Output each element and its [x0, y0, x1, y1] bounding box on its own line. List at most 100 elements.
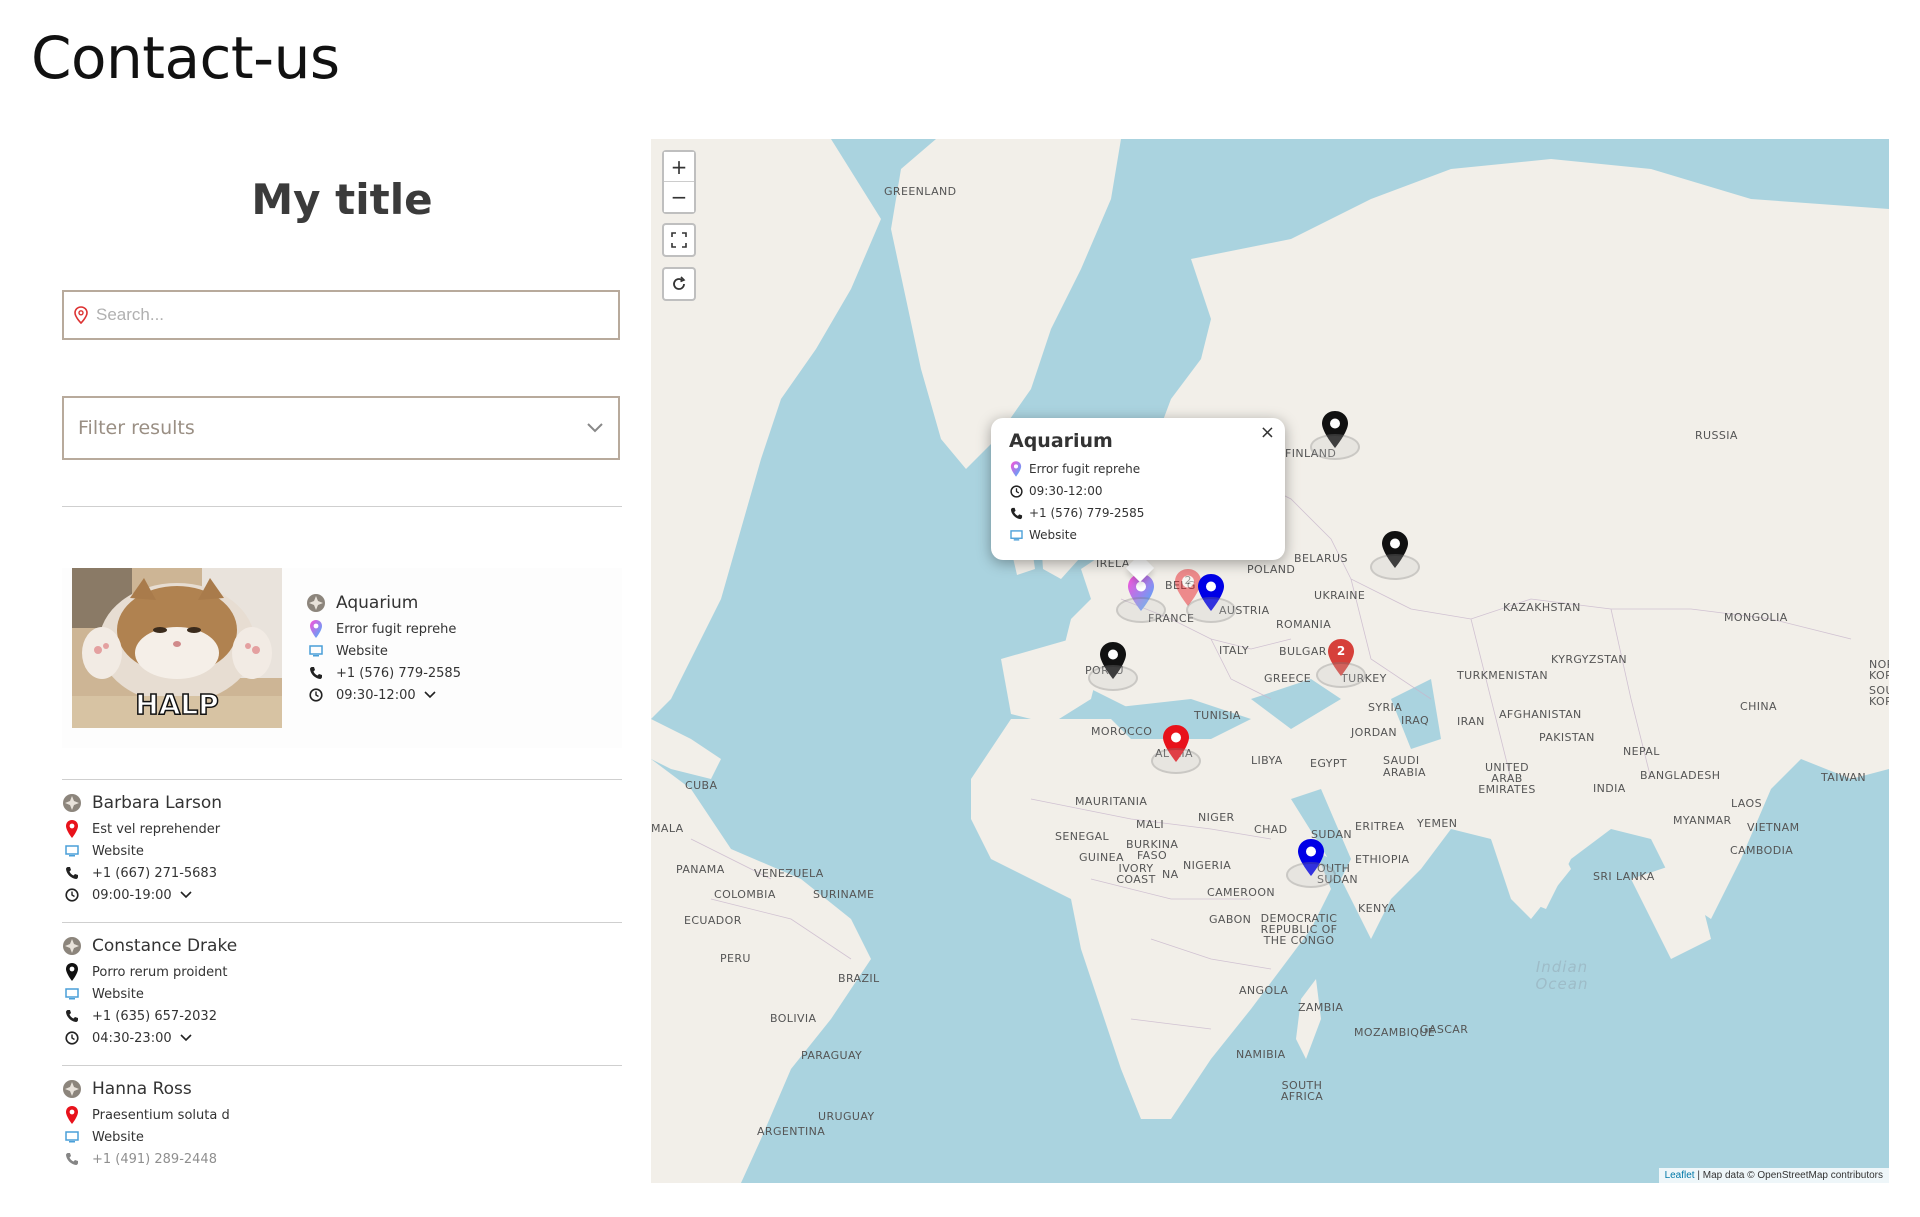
map-label: SAUDI ARABIA	[1383, 754, 1426, 779]
chevron-down-icon[interactable]	[180, 1034, 192, 1042]
map-label: BANGLADESH	[1640, 769, 1721, 782]
cat-photo: HALP	[72, 568, 282, 728]
map-label: RUSSIA	[1695, 429, 1738, 442]
map-marker-black[interactable]	[1370, 530, 1420, 580]
location-phone[interactable]: +1 (667) 271-5683	[92, 866, 217, 881]
map-label: VENEZUELA	[754, 867, 824, 880]
search-box[interactable]	[62, 290, 620, 340]
website-link[interactable]: Website	[92, 987, 144, 1002]
red-pin-icon	[62, 819, 82, 839]
map-marker-red[interactable]	[1151, 724, 1201, 774]
clock-icon	[62, 885, 82, 905]
map-label: MOROCCO	[1091, 725, 1153, 738]
monitor-icon	[306, 641, 326, 661]
popup-website[interactable]: Website	[1029, 528, 1077, 542]
map-label: MONGOLIA	[1724, 611, 1788, 624]
map-label: MALI	[1136, 818, 1164, 831]
map-label: TUNISIA	[1194, 709, 1241, 722]
map-attribution: Leaflet | Map data © OpenStreetMap contr…	[1658, 1168, 1889, 1183]
website-link[interactable]: Website	[92, 844, 144, 859]
gradient-pin-icon	[306, 619, 326, 639]
location-phone[interactable]: +1 (635) 657-2032	[92, 1009, 217, 1024]
location-address: Praesentium soluta d	[92, 1107, 230, 1123]
monitor-icon	[62, 841, 82, 861]
location-address: Porro rerum proident	[92, 964, 228, 980]
category-icon	[62, 1079, 82, 1099]
fullscreen-button[interactable]	[662, 223, 696, 257]
map-marker-blue[interactable]	[1286, 838, 1336, 888]
location-hours: 09:30-12:00	[336, 687, 416, 703]
map[interactable]: GREENLAND FINLAND RUSSIA IRELA BELG POLA…	[651, 139, 1889, 1183]
category-icon	[306, 593, 326, 613]
map-marker-black[interactable]	[1310, 410, 1360, 460]
website-link[interactable]: Website	[92, 1130, 144, 1145]
location-phone[interactable]: +1 (491) 289-2448	[92, 1152, 217, 1167]
popup-phone[interactable]: +1 (576) 779-2585	[1029, 506, 1144, 520]
chevron-down-icon[interactable]	[180, 891, 192, 899]
map-label: ANGOLA	[1239, 984, 1289, 997]
popup-close-button[interactable]: ×	[1260, 422, 1275, 443]
location-pin-icon	[74, 306, 88, 324]
phone-icon	[306, 663, 326, 683]
marker-shadow	[1370, 554, 1420, 580]
map-marker-cluster[interactable]: 2	[1316, 638, 1366, 688]
marker-shadow	[1151, 748, 1201, 774]
map-label: LAOS	[1731, 797, 1762, 810]
page-title: Contact-us	[31, 24, 340, 92]
featured-info: Aquarium Error fugit reprehe Website +1 …	[306, 588, 461, 706]
map-label: ROMANIA	[1276, 618, 1332, 631]
world-map-tiles[interactable]	[651, 139, 1889, 1183]
location-name[interactable]: Constance Drake	[92, 936, 237, 956]
location-hours: 04:30-23:00	[92, 1030, 172, 1046]
map-label: UKRAINE	[1314, 589, 1366, 602]
map-label: CAMEROON	[1207, 886, 1276, 899]
search-input[interactable]	[96, 305, 576, 325]
location-phone[interactable]: +1 (576) 779-2585	[336, 666, 461, 681]
map-marker-black[interactable]	[1088, 641, 1138, 691]
monitor-icon	[62, 1127, 82, 1147]
reset-view-button[interactable]	[662, 267, 696, 301]
map-label: SOUTH AFRICA	[1280, 1079, 1324, 1103]
location-address: Error fugit reprehe	[336, 621, 457, 637]
map-label: NOR KOR	[1869, 658, 1889, 682]
clock-icon	[62, 1028, 82, 1048]
map-label: BELARUS	[1294, 552, 1348, 565]
refresh-icon	[673, 276, 686, 290]
map-label: ERITREA	[1355, 820, 1405, 833]
map-label: CHINA	[1740, 700, 1777, 713]
location-name[interactable]: Barbara Larson	[92, 793, 222, 813]
black-pin-icon	[62, 962, 82, 982]
location-name[interactable]: Aquarium	[336, 593, 418, 613]
map-label: CHAD	[1254, 823, 1288, 836]
filter-select[interactable]: Filter results	[62, 396, 620, 460]
marker-shadow	[1186, 597, 1236, 623]
chevron-down-icon[interactable]	[424, 691, 436, 699]
map-label: IRAQ	[1401, 714, 1430, 727]
location-name[interactable]: Hanna Ross	[92, 1079, 192, 1099]
leaflet-link[interactable]: Leaflet	[1665, 1170, 1695, 1181]
list-item[interactable]: Constance Drake Porro rerum proident Web…	[62, 931, 622, 1049]
list-item[interactable]: Hanna Ross Praesentium soluta d Website …	[62, 1074, 622, 1170]
map-label: COLOMBIA	[714, 888, 776, 901]
map-label: LIBYA	[1251, 754, 1283, 767]
featured-location[interactable]: HALP Aquarium Error fugit reprehe Websit…	[62, 568, 622, 748]
zoom-out-button[interactable]: −	[664, 182, 694, 212]
map-label: AFGHANISTAN	[1499, 708, 1582, 721]
zoom-in-button[interactable]: +	[664, 152, 694, 182]
map-marker-blue[interactable]	[1186, 573, 1236, 623]
location-address: Est vel reprehender	[92, 821, 221, 837]
map-label: MALA	[651, 822, 684, 835]
map-label: IVORY COAST	[1116, 862, 1156, 886]
map-label: INDIA	[1593, 782, 1626, 795]
map-label: KYRGYZSTAN	[1551, 653, 1628, 666]
map-label: IRAN	[1457, 715, 1485, 728]
list-item[interactable]: Barbara Larson Est vel reprehender Websi…	[62, 788, 622, 906]
map-label: SURINAME	[813, 888, 875, 901]
map-label: CUBA	[685, 779, 718, 792]
monitor-icon	[1009, 525, 1023, 545]
divider	[62, 922, 622, 923]
chevron-down-icon	[587, 423, 603, 433]
map-label: NAMIBIA	[1236, 1048, 1286, 1061]
website-link[interactable]: Website	[336, 644, 388, 659]
map-label: EGYPT	[1310, 757, 1347, 770]
